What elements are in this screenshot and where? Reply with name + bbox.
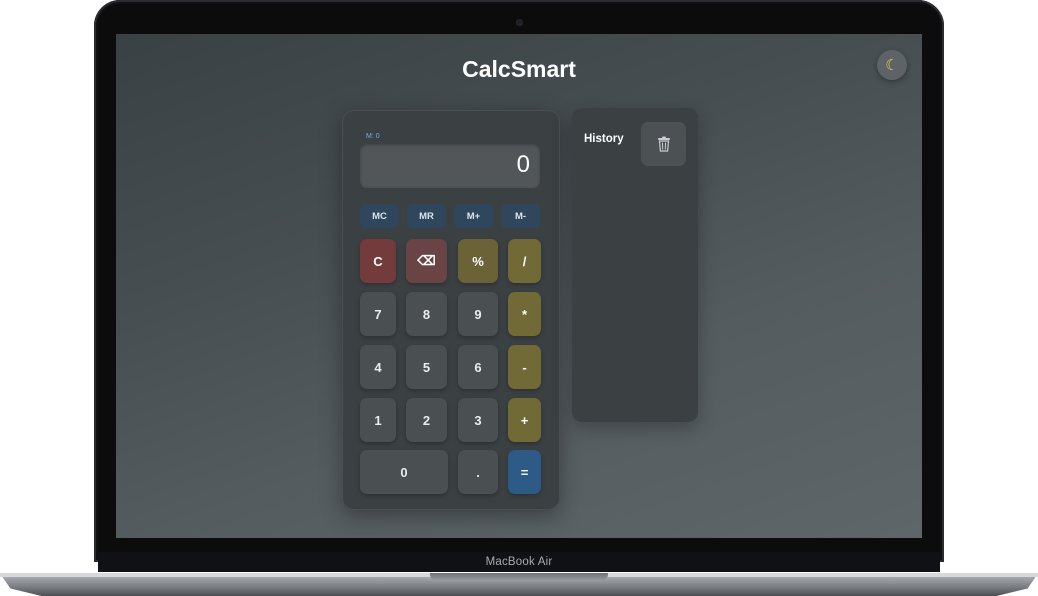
memory-recall-button[interactable]: MR [407,204,446,228]
calculator-display: 0 [360,144,540,188]
camera-icon [517,20,522,25]
memory-clear-button[interactable]: MC [360,204,399,228]
key-5[interactable]: 5 [406,345,447,389]
key-7[interactable]: 7 [360,292,396,336]
backspace-button[interactable]: ⌫ [406,239,447,283]
memory-add-button[interactable]: M+ [454,204,493,228]
device-label: MacBook Air [485,556,553,568]
key-3[interactable]: 3 [458,398,498,442]
add-button[interactable]: + [508,398,541,442]
app-title: CalcSmart [462,56,576,82]
screen: CalcSmart ☾ M: 0 0 MC MR M+ M- C ⌫ % / 7… [116,34,922,538]
moon-icon: ☾ [885,57,899,74]
equals-button[interactable]: = [508,450,541,494]
trash-icon [657,136,670,152]
key-0[interactable]: 0 [360,450,448,494]
divide-button[interactable]: / [508,239,541,283]
laptop-notch [430,573,608,581]
decimal-button[interactable]: . [458,450,498,494]
history-title: History [584,133,624,145]
key-1[interactable]: 1 [360,398,396,442]
key-6[interactable]: 6 [458,345,498,389]
history-panel: History [572,108,698,422]
key-8[interactable]: 8 [406,292,447,336]
key-2[interactable]: 2 [406,398,447,442]
percent-button[interactable]: % [458,239,498,283]
key-4[interactable]: 4 [360,345,396,389]
clear-history-button[interactable] [641,122,686,166]
calculator-panel: M: 0 0 MC MR M+ M- C ⌫ % / 7 8 9 * 4 5 6… [342,110,560,510]
display-value: 0 [516,151,530,178]
theme-toggle-button[interactable]: ☾ [877,50,907,80]
multiply-button[interactable]: * [508,292,541,336]
clear-button[interactable]: C [360,239,396,283]
key-9[interactable]: 9 [458,292,498,336]
memory-indicator: M: 0 [366,133,380,140]
subtract-button[interactable]: - [508,345,541,389]
memory-subtract-button[interactable]: M- [501,204,540,228]
